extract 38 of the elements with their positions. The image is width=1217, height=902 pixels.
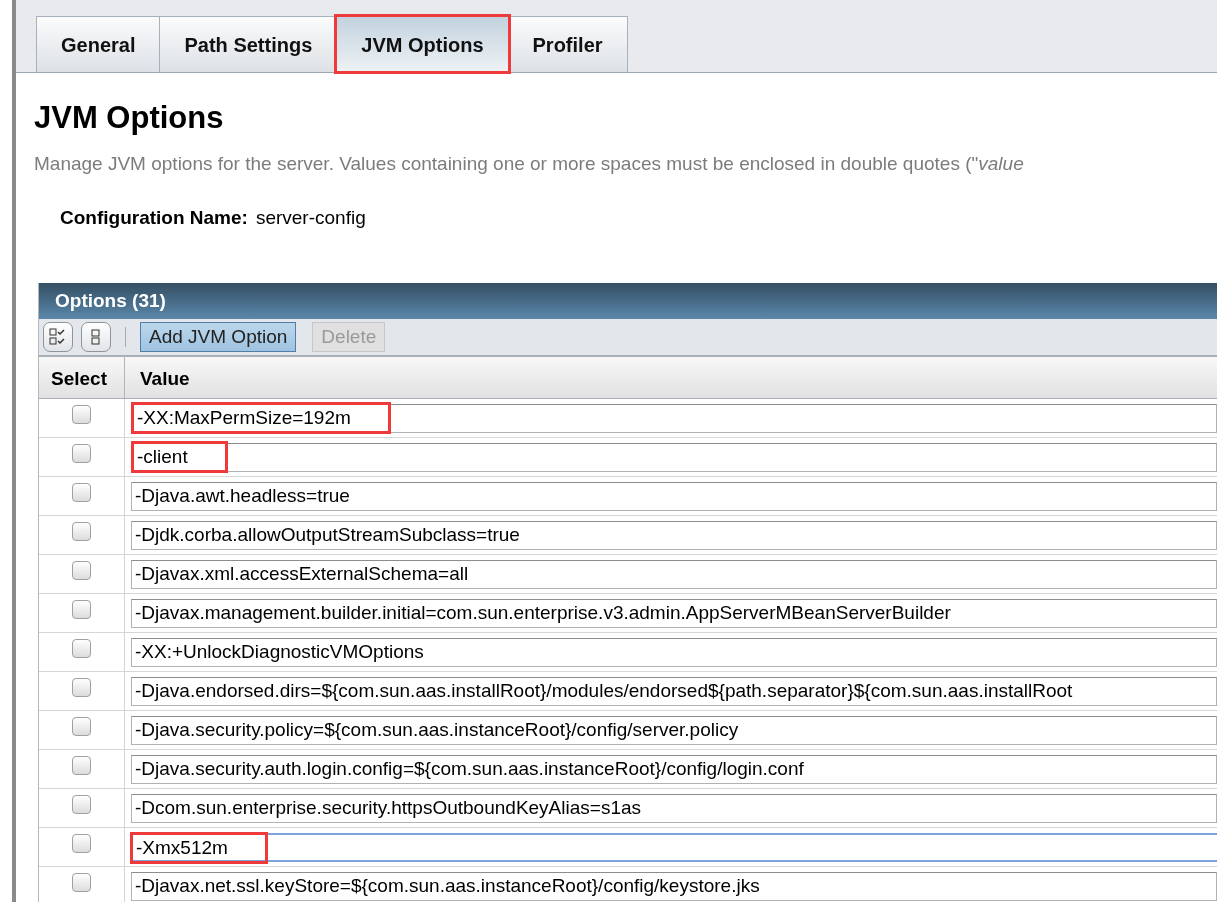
- value-field[interactable]: -Djavax.management.builder.initial=com.sun.enterprise.v3.admin.AppServerMBeanServerBuilder: [131, 598, 1217, 628]
- value-field[interactable]: -Djavax.net.ssl.keyStore=${com.sun.aas.instanceRoot}/config/keystore.jks: [131, 871, 1217, 901]
- value-field[interactable]: -Djava.security.auth.login.config=${com.sun.aas.instanceRoot}/config/login.conf: [131, 754, 1217, 784]
- page-heading: JVM Options: [34, 99, 225, 137]
- row-checkbox[interactable]: [72, 638, 91, 658]
- add-option-button[interactable]: Add JVM Option: [140, 321, 297, 352]
- row-checkbox[interactable]: [72, 872, 91, 892]
- page-description: Manage JVM options for the server. Values containing one or more spaces must be enclosed in double quotes ("value: [34, 151, 1025, 176]
- row-checkbox[interactable]: [72, 833, 91, 853]
- column-header: Value: [139, 366, 191, 391]
- value-field[interactable]: -Dcom.sun.enterprise.security.httpsOutboundKeyAlias=s1as: [131, 793, 1217, 823]
- row-checkbox[interactable]: [72, 560, 91, 580]
- config-name-label: Configuration Name:: [60, 206, 248, 230]
- row-checkbox[interactable]: [72, 404, 91, 424]
- value-field[interactable]: -Djava.security.policy=${com.sun.aas.instanceRoot}/config/server.policy: [131, 715, 1217, 745]
- value-field[interactable]: -Djava.endorsed.dirs=${com.sun.aas.installRoot}/modules/endorsed${path.separator}${com.sun.aas.installRoot: [131, 676, 1217, 706]
- row-checkbox[interactable]: [72, 794, 91, 814]
- row-checkbox[interactable]: [72, 716, 91, 736]
- row-checkbox[interactable]: [72, 482, 91, 502]
- tab[interactable]: JVM Options: [336, 16, 509, 72]
- select-all-icon[interactable]: [43, 321, 73, 352]
- tab[interactable]: General: [36, 16, 161, 72]
- value-field[interactable]: -Djavax.xml.accessExternalSchema=all: [131, 559, 1217, 589]
- table-title: Options (31): [55, 289, 166, 311]
- row-checkbox[interactable]: [72, 521, 91, 541]
- deselect-all-icon[interactable]: [81, 321, 111, 352]
- value-field[interactable]: -Xmx512m: [131, 832, 1217, 862]
- row-checkbox[interactable]: [72, 755, 91, 775]
- row-checkbox[interactable]: [72, 677, 91, 697]
- value-field[interactable]: -Djdk.corba.allowOutputStreamSubclass=true: [131, 520, 1217, 550]
- value-field[interactable]: -Djava.awt.headless=true: [131, 481, 1217, 511]
- value-field[interactable]: -XX:+UnlockDiagnosticVMOptions: [131, 637, 1217, 667]
- value-field[interactable]: -XX:MaxPermSize=192m: [131, 403, 1217, 433]
- row-checkbox[interactable]: [72, 599, 91, 619]
- row-checkbox[interactable]: [72, 443, 91, 463]
- value-field[interactable]: -client: [131, 442, 1217, 472]
- column-header: Select: [39, 356, 125, 398]
- config-name-value: server-config: [255, 206, 366, 230]
